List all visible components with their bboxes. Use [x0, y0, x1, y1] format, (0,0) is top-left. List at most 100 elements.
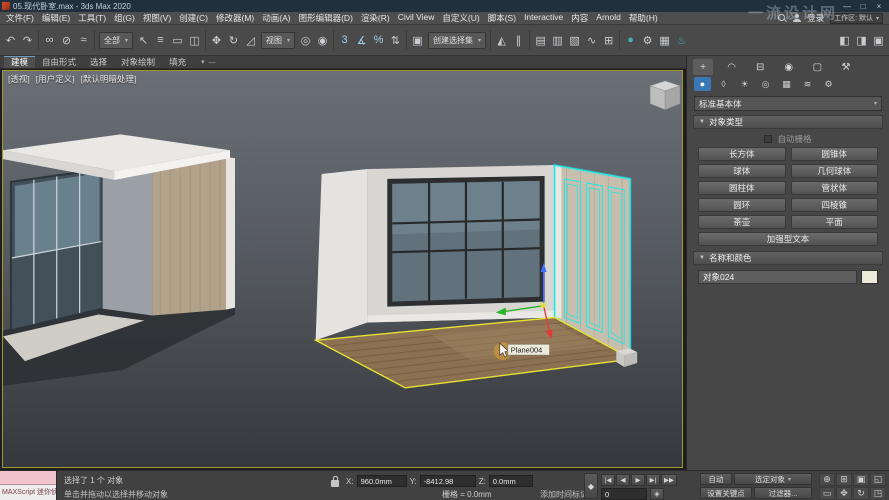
- hierarchy-tab[interactable]: ⊟: [750, 59, 770, 75]
- menu-item-10[interactable]: 渲染(R): [357, 12, 394, 24]
- menu-item-7[interactable]: 修改器(M): [212, 12, 258, 24]
- spacewarps-category[interactable]: ≋: [799, 77, 816, 91]
- key-mode-toggle[interactable]: ◈: [650, 488, 664, 500]
- object-type-button-2[interactable]: 圆锥体: [791, 147, 879, 161]
- object-type-button-9[interactable]: 茶壶: [698, 215, 786, 229]
- small-box-object[interactable]: [616, 348, 637, 367]
- login-button[interactable]: 登录: [807, 12, 824, 24]
- workspace-selector[interactable]: 工作区: 默认 ▾: [830, 13, 883, 24]
- menu-item-17[interactable]: 帮助(H): [625, 12, 662, 24]
- current-frame-field[interactable]: 0: [601, 488, 647, 500]
- right-room-model[interactable]: [316, 165, 638, 388]
- y-coordinate-field[interactable]: -8412.98: [420, 475, 476, 487]
- zoom-all-icon[interactable]: ⊞: [836, 473, 852, 486]
- selection-filter-dropdown[interactable]: 全部▾: [99, 32, 133, 49]
- undo-icon[interactable]: ↶: [2, 28, 19, 52]
- render-icon[interactable]: ♨: [673, 28, 690, 52]
- menu-item-13[interactable]: 脚本(S): [484, 12, 520, 24]
- prev-frame-button[interactable]: ◀: [616, 474, 630, 486]
- z-coordinate-field[interactable]: 0.0mm: [489, 475, 533, 487]
- angle-snap-icon[interactable]: ∡: [353, 28, 370, 52]
- macro-recorder-pane[interactable]: [0, 471, 56, 485]
- go-start-button[interactable]: |◀: [601, 474, 615, 486]
- key-filters-button[interactable]: 过滤器...: [754, 487, 812, 499]
- modify-tab[interactable]: ◠: [722, 59, 742, 75]
- schematic-view-icon[interactable]: ⊞: [600, 28, 617, 52]
- object-color-swatch[interactable]: [861, 270, 878, 284]
- maximize-viewport-icon[interactable]: ◳: [870, 487, 886, 500]
- named-sets-icon[interactable]: ▣: [409, 28, 426, 52]
- panel-toggle-icon[interactable]: ▣: [870, 28, 887, 52]
- named-selection-dropdown[interactable]: 创建选择集▾: [428, 32, 486, 49]
- time-tag-button[interactable]: 添加时间标记: [540, 489, 588, 500]
- scene-explorer-icon[interactable]: ▤: [532, 28, 549, 52]
- move-icon[interactable]: ✥: [208, 28, 225, 52]
- select-by-name-icon[interactable]: ≡: [152, 28, 169, 52]
- object-type-button-5[interactable]: 圆柱体: [698, 181, 786, 195]
- menu-item-4[interactable]: 组(G): [110, 12, 139, 24]
- viewport-shading-label[interactable]: [默认明暗处理]: [80, 73, 136, 85]
- perspective-viewport[interactable]: Plane004 [透视] [用户定义] [默认明暗处理]: [2, 70, 683, 468]
- workspace-layout-icon[interactable]: ◧: [836, 28, 853, 52]
- x-coordinate-field[interactable]: 960.0mm: [357, 475, 407, 487]
- selection-region-icon[interactable]: ▭: [169, 28, 186, 52]
- subcategory-dropdown[interactable]: 标准基本体 ▾: [694, 96, 882, 111]
- lights-category[interactable]: ☀: [736, 77, 753, 91]
- rollout-name-color[interactable]: ▼ 名称和颜色: [693, 251, 883, 265]
- rollout-object-type[interactable]: ▼ 对象类型: [693, 115, 883, 129]
- left-room-model[interactable]: [3, 134, 235, 385]
- ribbon-toggle-icon[interactable]: ▧: [566, 28, 583, 52]
- unlink-icon[interactable]: ⊘: [58, 28, 75, 52]
- maximize-button[interactable]: □: [855, 2, 871, 11]
- curve-editor-icon[interactable]: ∿: [583, 28, 600, 52]
- menu-item-9[interactable]: 图形编辑器(D): [295, 12, 357, 24]
- pivot-center-icon[interactable]: ◎: [297, 28, 314, 52]
- set-keys-icon-button[interactable]: ◆: [584, 473, 598, 499]
- shapes-category[interactable]: ◊: [715, 77, 732, 91]
- next-frame-button[interactable]: ▶|: [646, 474, 660, 486]
- zoom-region-icon[interactable]: ▭: [819, 487, 835, 500]
- snap-3d-icon[interactable]: 3: [336, 28, 353, 52]
- object-type-button-3[interactable]: 球体: [698, 164, 786, 178]
- systems-category[interactable]: ⚙: [820, 77, 837, 91]
- selected-filter-dropdown[interactable]: 选定对象 ▾: [734, 473, 812, 485]
- window-crossing-icon[interactable]: ◫: [186, 28, 203, 52]
- zoom-extents-all-icon[interactable]: ◱: [870, 473, 886, 486]
- close-button[interactable]: ×: [871, 2, 887, 11]
- geometry-category[interactable]: ●: [694, 77, 711, 91]
- viewport-user-label[interactable]: [用户定义]: [36, 73, 75, 85]
- ribbon-tab-3[interactable]: 选择: [83, 56, 114, 68]
- object-type-button-6[interactable]: 管状体: [791, 181, 879, 195]
- mirror-icon[interactable]: ◭: [493, 28, 510, 52]
- ribbon-tab-2[interactable]: 自由形式: [35, 56, 83, 68]
- select-object-icon[interactable]: ↖: [135, 28, 152, 52]
- object-type-button-4[interactable]: 几何球体: [791, 164, 879, 178]
- spinner-snap-icon[interactable]: ⇅: [387, 28, 404, 52]
- ribbon-collapse[interactable]: ▾ —: [201, 56, 216, 68]
- align-icon[interactable]: ∥: [510, 28, 527, 52]
- viewport-layout-icon[interactable]: ◨: [853, 28, 870, 52]
- material-editor-icon[interactable]: ●: [622, 28, 639, 52]
- menu-item-16[interactable]: Arnold: [592, 12, 625, 24]
- set-key-button[interactable]: 设置关键点: [700, 487, 752, 499]
- selection-lock-icon[interactable]: [331, 480, 339, 487]
- menu-item-8[interactable]: 动画(A): [258, 12, 294, 24]
- object-type-button-7[interactable]: 圆环: [698, 198, 786, 212]
- go-end-button[interactable]: ▶▶: [661, 474, 677, 486]
- menu-item-15[interactable]: 内容: [567, 12, 592, 24]
- menu-item-12[interactable]: 自定义(U): [438, 12, 483, 24]
- percent-snap-icon[interactable]: %: [370, 28, 387, 52]
- manipulate-icon[interactable]: ◉: [314, 28, 331, 52]
- menu-item-14[interactable]: Interactive: [520, 12, 567, 24]
- motion-tab[interactable]: ◉: [779, 59, 799, 75]
- ribbon-tab-1[interactable]: 建模: [4, 56, 35, 68]
- ref-coord-dropdown[interactable]: 视图▾: [261, 32, 295, 49]
- app-logo-icon[interactable]: [2, 2, 10, 10]
- pan-icon[interactable]: ✥: [836, 487, 852, 500]
- scene-3d[interactable]: Plane004: [3, 71, 682, 467]
- maxscript-mini-listener[interactable]: MAXScript 迷你侦听器: [0, 471, 57, 500]
- listener-pane[interactable]: MAXScript 迷你侦听器: [0, 485, 56, 500]
- object-type-button-1[interactable]: 长方体: [698, 147, 786, 161]
- menu-item-1[interactable]: 文件(F): [2, 12, 38, 24]
- object-type-button-10[interactable]: 平面: [791, 215, 879, 229]
